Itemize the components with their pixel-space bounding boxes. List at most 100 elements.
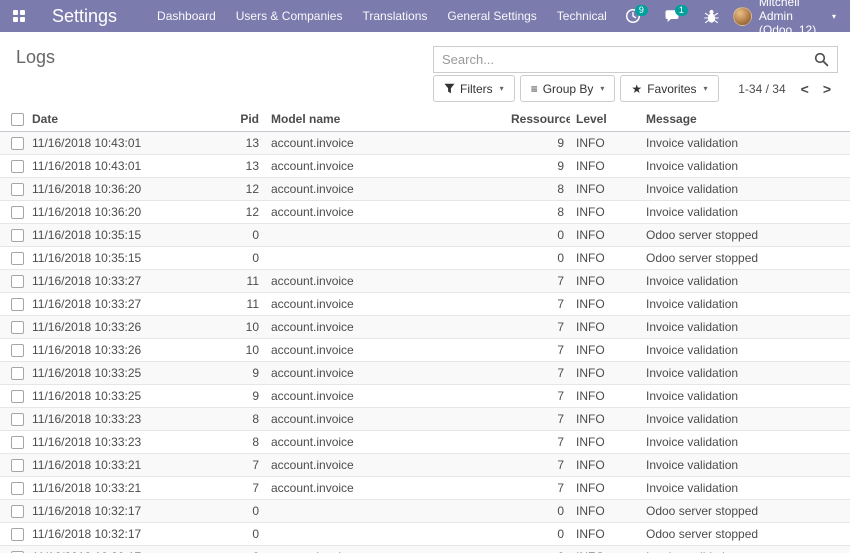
log-row[interactable]: 11/16/2018 10:35:1500INFOOdoo server sto… (0, 247, 850, 270)
cell-pid: 11 (215, 293, 265, 316)
debug-menu-button[interactable] (696, 0, 727, 32)
filters-button[interactable]: Filters ▾ (433, 75, 515, 102)
log-row[interactable]: 11/16/2018 10:35:1500INFOOdoo server sto… (0, 224, 850, 247)
cell-model (265, 224, 505, 247)
cell-model: account.invoice (265, 339, 505, 362)
filters-label: Filters (460, 82, 493, 96)
search-icon[interactable] (814, 52, 829, 67)
row-checkbox[interactable] (11, 183, 24, 196)
row-checkbox[interactable] (11, 436, 24, 449)
row-checkbox[interactable] (11, 390, 24, 403)
row-checkbox[interactable] (11, 137, 24, 150)
row-checkbox[interactable] (11, 528, 24, 541)
cell-date: 11/16/2018 10:43:01 (26, 155, 215, 178)
log-row[interactable]: 11/16/2018 10:33:2711account.invoice7INF… (0, 293, 850, 316)
log-row[interactable]: 11/16/2018 10:43:0113account.invoice9INF… (0, 155, 850, 178)
pager: 1-34 / 34 < > (738, 81, 838, 97)
user-menu-button[interactable]: Mitchell Admin (Odoo_12) ▾ (727, 0, 850, 32)
row-checkbox[interactable] (11, 229, 24, 242)
log-row[interactable]: 11/16/2018 10:33:238account.invoice7INFO… (0, 408, 850, 431)
cell-level: INFO (570, 454, 640, 477)
row-checkbox[interactable] (11, 413, 24, 426)
log-row[interactable]: 11/16/2018 10:33:2711account.invoice7INF… (0, 270, 850, 293)
log-row[interactable]: 11/16/2018 10:33:217account.invoice7INFO… (0, 477, 850, 500)
select-all-checkbox[interactable] (11, 113, 24, 126)
log-row[interactable]: 11/16/2018 10:43:0113account.invoice9INF… (0, 132, 850, 155)
row-checkbox[interactable] (11, 160, 24, 173)
cell-level: INFO (570, 477, 640, 500)
cell-resource-id: 9 (505, 132, 570, 155)
row-checkbox[interactable] (11, 275, 24, 288)
group-by-button[interactable]: ≡ Group By ▾ (520, 75, 616, 102)
column-header-date[interactable]: Date (26, 107, 215, 132)
log-row[interactable]: 11/16/2018 10:33:259account.invoice7INFO… (0, 385, 850, 408)
cell-date: 11/16/2018 10:33:25 (26, 385, 215, 408)
messages-menu-button[interactable]: 1 (656, 0, 696, 32)
log-row[interactable]: 11/16/2018 10:32:1700INFOOdoo server sto… (0, 523, 850, 546)
activity-menu-button[interactable]: 9 (617, 0, 656, 32)
log-row[interactable]: 11/16/2018 10:32:1700INFOOdoo server sto… (0, 500, 850, 523)
cell-resource-id: 7 (505, 477, 570, 500)
row-select-cell (0, 293, 26, 316)
cell-pid: 10 (215, 316, 265, 339)
cell-date: 11/16/2018 10:36:20 (26, 178, 215, 201)
favorites-button[interactable]: ★ Favorites ▾ (620, 75, 718, 102)
app-title[interactable]: Settings (52, 6, 117, 27)
cell-model: account.invoice (265, 362, 505, 385)
cell-model: account.invoice (265, 546, 505, 553)
log-row[interactable]: 11/16/2018 10:33:238account.invoice7INFO… (0, 431, 850, 454)
pager-previous-icon[interactable]: < (794, 81, 816, 97)
row-checkbox[interactable] (11, 367, 24, 380)
cell-level: INFO (570, 546, 640, 553)
search-input[interactable] (434, 52, 814, 67)
column-header-ressource-id[interactable]: Ressource id (505, 107, 570, 132)
group-by-bars-icon: ≡ (531, 83, 538, 95)
row-select-cell (0, 454, 26, 477)
top-navbar: Settings DashboardUsers & CompaniesTrans… (0, 0, 850, 32)
cell-date: 11/16/2018 10:43:01 (26, 132, 215, 155)
cell-resource-id: 7 (505, 431, 570, 454)
cell-resource-id: 7 (505, 316, 570, 339)
log-row[interactable]: 11/16/2018 10:29:176account.invoice6INFO… (0, 546, 850, 553)
cell-model: account.invoice (265, 477, 505, 500)
column-header-model-name[interactable]: Model name (265, 107, 505, 132)
log-row[interactable]: 11/16/2018 10:33:2610account.invoice7INF… (0, 316, 850, 339)
favorites-star-icon: ★ (631, 83, 642, 95)
apps-menu-icon[interactable] (13, 10, 25, 22)
row-checkbox[interactable] (11, 321, 24, 334)
row-checkbox[interactable] (11, 505, 24, 518)
log-row[interactable]: 11/16/2018 10:33:2610account.invoice7INF… (0, 339, 850, 362)
pager-next-icon[interactable]: > (816, 81, 838, 97)
log-row[interactable]: 11/16/2018 10:33:217account.invoice7INFO… (0, 454, 850, 477)
cell-level: INFO (570, 500, 640, 523)
row-select-cell (0, 431, 26, 454)
column-header-message[interactable]: Message (640, 107, 850, 132)
cell-pid: 9 (215, 362, 265, 385)
cell-model (265, 500, 505, 523)
cell-model: account.invoice (265, 293, 505, 316)
row-checkbox[interactable] (11, 298, 24, 311)
log-row[interactable]: 11/16/2018 10:36:2012account.invoice8INF… (0, 178, 850, 201)
cell-level: INFO (570, 339, 640, 362)
menu-item-users-companies[interactable]: Users & Companies (226, 0, 353, 32)
breadcrumb-page-title[interactable]: Logs (16, 47, 55, 68)
row-checkbox[interactable] (11, 482, 24, 495)
row-checkbox[interactable] (11, 206, 24, 219)
cell-model (265, 247, 505, 270)
menu-item-general-settings[interactable]: General Settings (437, 0, 546, 32)
menu-item-technical[interactable]: Technical (547, 0, 617, 32)
menu-item-translations[interactable]: Translations (352, 0, 437, 32)
column-header-level[interactable]: Level (570, 107, 640, 132)
table-header-row: DatePidModel nameRessource idLevelMessag… (0, 107, 850, 132)
row-checkbox[interactable] (11, 252, 24, 265)
column-header-pid[interactable]: Pid (215, 107, 265, 132)
cell-date: 11/16/2018 10:35:15 (26, 224, 215, 247)
log-row[interactable]: 11/16/2018 10:33:259account.invoice7INFO… (0, 362, 850, 385)
row-checkbox[interactable] (11, 459, 24, 472)
menu-item-dashboard[interactable]: Dashboard (147, 0, 226, 32)
log-row[interactable]: 11/16/2018 10:36:2012account.invoice8INF… (0, 201, 850, 224)
cell-pid: 7 (215, 477, 265, 500)
cell-pid: 8 (215, 431, 265, 454)
logs-table: DatePidModel nameRessource idLevelMessag… (0, 107, 850, 553)
row-checkbox[interactable] (11, 344, 24, 357)
